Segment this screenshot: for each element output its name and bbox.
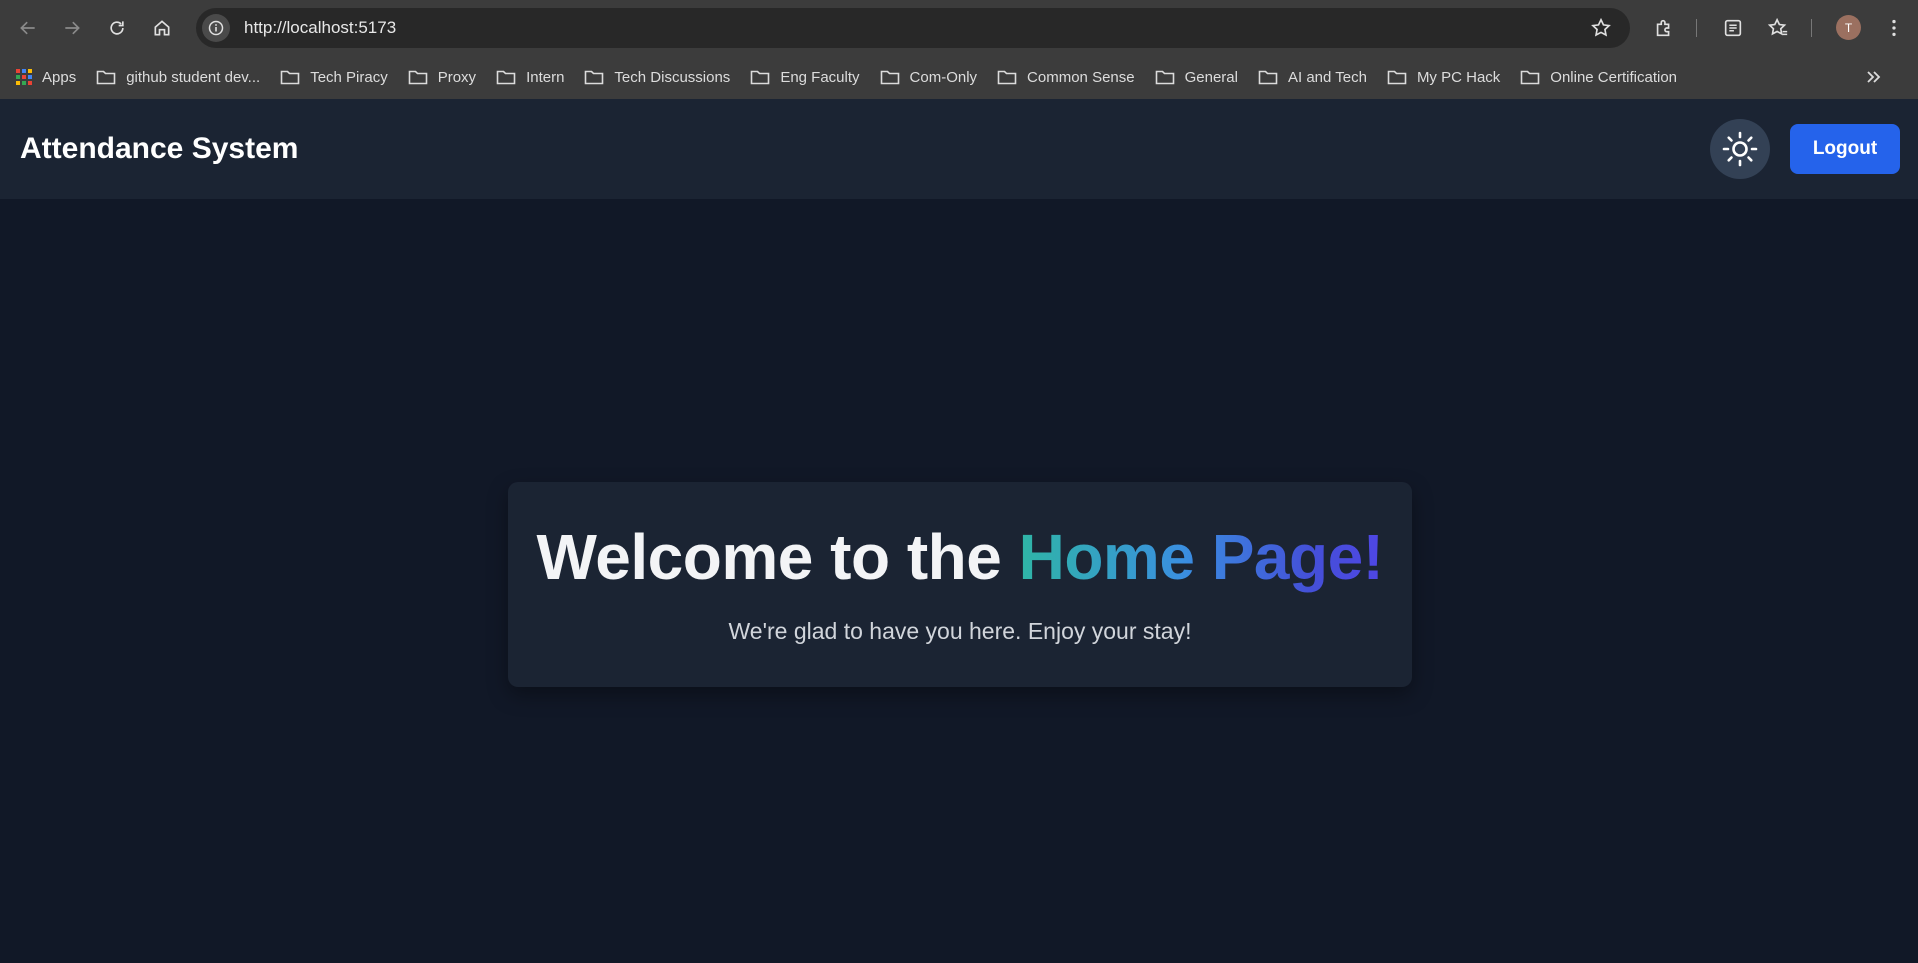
toolbar-separator: [1811, 19, 1812, 37]
home-button[interactable]: [146, 12, 178, 44]
bookmark-folder[interactable]: github student dev...: [96, 63, 260, 91]
bookmarks-bar: Apps github student dev... Tech Piracy P…: [0, 55, 1918, 99]
reading-list-button[interactable]: [1719, 14, 1747, 42]
back-button[interactable]: [12, 12, 44, 44]
bookmark-folder[interactable]: Com-Only: [880, 63, 978, 91]
folder-icon: [96, 70, 116, 85]
welcome-heading-text: Welcome to the: [536, 521, 1019, 593]
folder-icon: [880, 70, 899, 85]
puzzle-icon: [1656, 19, 1670, 37]
info-icon: [208, 20, 224, 36]
arrow-right-icon: [65, 21, 80, 35]
bookmark-label: AI and Tech: [1287, 68, 1367, 86]
welcome-card: Welcome to the Home Page! We're glad to …: [508, 482, 1412, 687]
bookmark-folder[interactable]: Proxy: [408, 63, 476, 91]
bookmark-folder[interactable]: Tech Discussions: [584, 63, 730, 91]
bookmark-folder[interactable]: My PC Hack: [1387, 63, 1500, 91]
apps-grid-icon: [16, 69, 32, 85]
header-actions: Logout: [1710, 119, 1900, 179]
folder-icon: [751, 70, 770, 85]
folder-icon: [997, 70, 1017, 85]
bookmark-label: github student dev...: [126, 68, 261, 86]
main-content: Welcome to the Home Page! We're glad to …: [0, 199, 1918, 963]
bookmark-folder[interactable]: Intern: [496, 63, 564, 91]
bookmark-label: Intern: [526, 68, 565, 86]
address-bar[interactable]: http://localhost:5173: [196, 8, 1630, 48]
folder-icon: [1155, 70, 1174, 85]
bookmark-label: Common Sense: [1027, 68, 1135, 86]
theme-toggle-button[interactable]: [1710, 119, 1770, 179]
folder-icon: [1387, 70, 1407, 85]
folder-icon: [496, 70, 516, 85]
chevron-double-right-icon[interactable]: [1864, 67, 1884, 87]
welcome-subtext: We're glad to have you here. Enjoy your …: [728, 618, 1192, 644]
toolbar-separator: [1696, 19, 1697, 37]
bookmark-label: Online Certification: [1550, 68, 1678, 86]
favorites-button[interactable]: [1764, 14, 1792, 42]
reading-list-icon: [1724, 19, 1742, 37]
bookmark-folder[interactable]: AI and Tech: [1258, 63, 1367, 91]
browser-toolbar: http://localhost:5173 T: [0, 0, 1918, 55]
bookmark-folder[interactable]: Tech Piracy: [280, 63, 388, 91]
extensions-button[interactable]: [1650, 14, 1678, 42]
reload-button[interactable]: [101, 12, 133, 44]
folder-icon: [280, 70, 300, 85]
bookmark-label: Apps: [42, 68, 77, 86]
bookmark-apps[interactable]: Apps: [16, 63, 76, 91]
forward-button[interactable]: [56, 12, 88, 44]
app-header: Attendance System Logout: [0, 99, 1918, 199]
bookmark-label: Com-Only: [909, 68, 978, 86]
home-icon: [154, 20, 170, 36]
bookmark-label: My PC Hack: [1416, 68, 1501, 86]
bookmark-label: Eng Faculty: [780, 68, 860, 86]
sun-icon: [1722, 131, 1758, 167]
browser-menu-button[interactable]: [1880, 14, 1908, 42]
browser-chrome: http://localhost:5173 T Apps github stud…: [0, 0, 1918, 99]
folder-icon: [408, 70, 428, 85]
profile-avatar[interactable]: T: [1836, 15, 1861, 40]
folder-icon: [1258, 70, 1278, 85]
bookmark-label: Tech Piracy: [310, 68, 388, 86]
welcome-heading: Welcome to the Home Page!: [508, 520, 1412, 594]
bookmark-folder[interactable]: Common Sense: [997, 63, 1135, 91]
bookmark-label: Tech Discussions: [614, 68, 731, 86]
bookmark-folder[interactable]: Online Certification: [1520, 63, 1677, 91]
bookmark-folder[interactable]: Eng Faculty: [750, 63, 860, 91]
reload-icon: [110, 21, 124, 35]
folder-icon: [1520, 70, 1540, 85]
arrow-left-icon: [20, 21, 35, 35]
site-info-button[interactable]: [202, 14, 230, 42]
url-text[interactable]: http://localhost:5173: [244, 18, 396, 38]
star-list-icon: [1767, 17, 1788, 36]
bookmark-label: Proxy: [437, 68, 477, 86]
bookmark-label: General: [1184, 68, 1238, 86]
bookmark-star-icon[interactable]: [1590, 17, 1612, 39]
folder-icon: [585, 70, 604, 85]
app-title: Attendance System: [20, 132, 299, 165]
kebab-menu-icon: [1892, 19, 1896, 37]
logout-button[interactable]: Logout: [1790, 124, 1900, 174]
bookmark-folder[interactable]: General: [1155, 63, 1238, 91]
welcome-heading-highlight: Home Page!: [1018, 521, 1384, 593]
